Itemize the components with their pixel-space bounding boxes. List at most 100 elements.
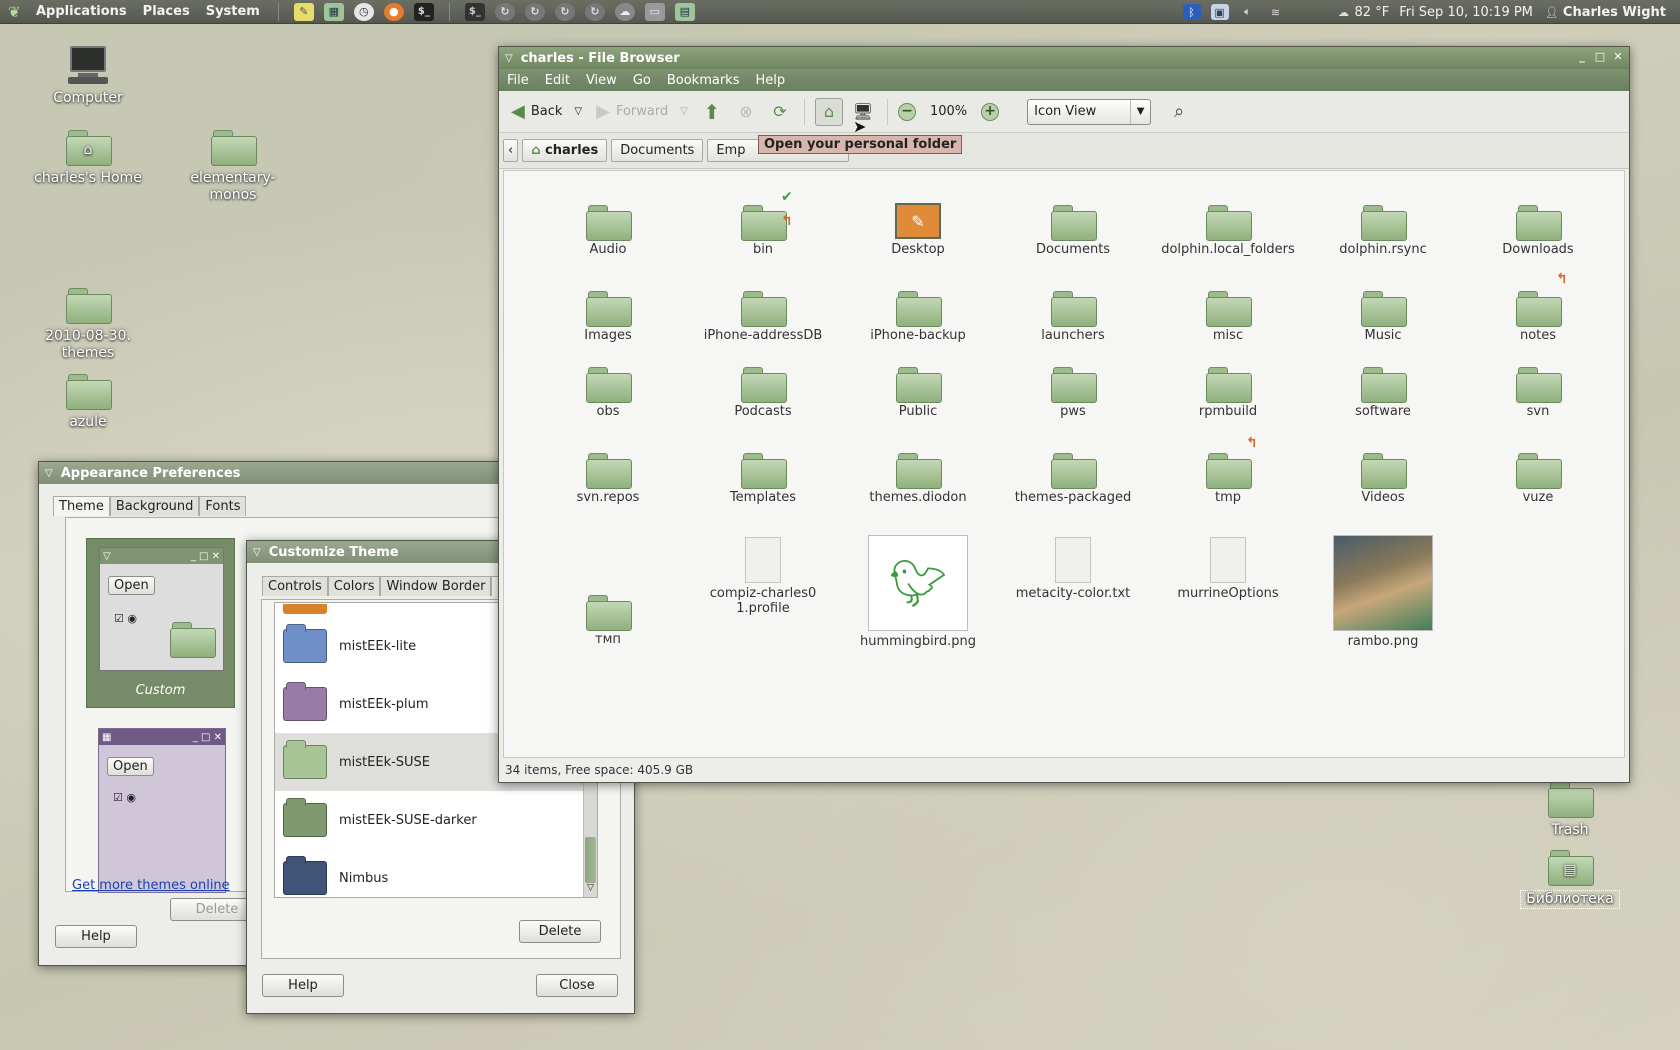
path-left-arrow-icon[interactable]: ‹ [503,139,519,162]
file-item[interactable]: Audio [533,191,683,257]
view-mode-select[interactable]: Icon View ▼ [1027,98,1152,125]
customize-help-button[interactable]: Help [262,974,344,997]
file-item[interactable]: ↰ tmp [1153,435,1303,505]
file-item[interactable]: Images [533,277,683,343]
back-button[interactable]: ◀ Back ▽ [507,98,586,125]
file-item[interactable]: Documents [998,191,1148,257]
forward-button[interactable]: ▶ Forward ▽ [592,98,692,125]
bluetooth-icon[interactable]: ᛒ [1182,4,1201,20]
file-item[interactable]: obs [533,353,683,419]
file-item[interactable]: ✔ ↰ bin [688,189,838,257]
tab-fonts[interactable]: Fonts [199,496,247,516]
scrollbar-thumb[interactable] [585,837,596,883]
file-icon-view[interactable]: Audio ✔ ↰ bin ✎ Desktop Documents dolphin.local… [503,170,1625,758]
home-folder-icon[interactable]: ⌂ [814,97,843,126]
maximize-icon[interactable]: □ [1593,50,1607,64]
path-crumb-documents[interactable]: Documents [611,139,704,162]
file-item[interactable]: ↰ notes [1463,271,1613,343]
file-item[interactable]: pws [998,353,1148,419]
search-icon[interactable]: ⌕ [1165,98,1193,126]
file-item[interactable]: themes.diodon [843,439,993,505]
file-item[interactable]: ✎ Desktop [843,191,993,257]
menu-help[interactable]: Help [747,73,793,88]
file-item[interactable]: svn [1463,353,1613,419]
file-item[interactable]: vuze [1463,439,1613,505]
terminal-window-icon[interactable]: $_ [464,2,485,21]
file-item[interactable]: iPhone-backup [843,277,993,343]
back-history-icon[interactable]: ▽ [574,106,582,117]
file-item[interactable]: Podcasts [688,353,838,419]
file-item[interactable]: rambo.png [1308,535,1458,649]
clock[interactable]: Fri Sep 10, 10:19 PM [1399,5,1533,20]
file-item[interactable]: metacity-color.txt [998,535,1148,601]
menu-go[interactable]: Go [625,73,659,88]
menu-bookmarks[interactable]: Bookmarks [659,73,748,88]
icon-theme-row[interactable]: mistEEk-SUSE-darker [275,791,597,849]
file-item[interactable]: svn.repos [533,439,683,505]
desktop-icon-library[interactable]: ▤ Библиотека [1515,848,1625,909]
clock-icon[interactable]: ◷ [353,2,374,21]
document-icon[interactable]: ▤ [674,2,695,21]
sync-icon[interactable]: ↻ [554,2,575,21]
desktop-icon-azule[interactable]: azule [33,372,143,431]
terminal-icon[interactable]: $_ [413,2,434,21]
applications-menu[interactable]: Applications [28,4,135,19]
sync-icon[interactable]: ↻ [494,2,515,21]
desktop-icon-themes[interactable]: 2010-08-30. themes [33,286,143,362]
tab-colors[interactable]: Colors [327,576,381,596]
menu-file[interactable]: File [499,73,537,88]
system-menu[interactable]: System [198,4,268,19]
theme-thumbnail-purple[interactable]: ▦ _ □ ✕ Open ☑ ◉ [98,728,226,893]
tab-background[interactable]: Background [109,496,200,516]
theme-thumbnail-custom[interactable]: ▽ _ □ ✕ Open ☑ ◉ Custom [86,538,235,708]
up-arrow-icon[interactable]: ⬆ [698,98,726,126]
path-crumb-home[interactable]: ⌂ charles [522,139,608,162]
menu-view[interactable]: View [578,73,625,88]
file-item[interactable]: software [1308,353,1458,419]
get-more-themes-link[interactable]: Get more themes online [72,878,230,893]
places-menu[interactable]: Places [135,4,198,19]
minimize-icon[interactable]: _ [1575,50,1589,64]
tab-window-border[interactable]: Window Border [380,576,492,596]
reload-icon[interactable]: ⟳ [766,98,794,126]
distro-logo-icon[interactable]: ❦ [8,3,28,21]
icon-theme-row[interactable]: Nimbus [275,849,597,897]
file-item[interactable]: murrineOptions [1153,535,1303,601]
file-item[interactable]: Templates [688,439,838,505]
user-menu[interactable]: Charles Wight [1563,5,1666,20]
volume-icon[interactable]: 🔈︎ [1239,4,1257,20]
network-icon[interactable]: ▣ [1210,4,1229,20]
window-menu-icon[interactable]: ▽ [505,53,513,64]
zoom-out-icon[interactable]: − [897,102,916,121]
file-item[interactable]: themes-packaged [998,439,1148,505]
weather-temp[interactable]: 82 °F [1355,5,1390,20]
desktop-icon[interactable]: ▭ [644,2,665,21]
stop-icon[interactable]: ⊗ [732,98,760,126]
desktop-icon-trash[interactable]: Trash [1515,780,1625,839]
file-item[interactable]: тмп [533,581,683,647]
firefox-icon[interactable]: ● [383,2,404,21]
forward-history-icon[interactable]: ▽ [680,106,688,117]
spreadsheet-icon[interactable]: ▦ [323,2,344,21]
appearance-help-button[interactable]: Help [55,925,137,948]
desktop-icon-computer[interactable]: Computer [33,46,143,107]
tab-theme[interactable]: Theme [53,496,110,516]
zoom-in-icon[interactable]: + [981,102,1000,121]
close-icon[interactable]: ✕ [1611,50,1625,64]
close-button[interactable]: Close [536,974,618,997]
wifi-icon[interactable]: ≋ [1267,4,1285,20]
appearance-titlebar[interactable]: ▽ Appearance Preferences [39,462,507,484]
scroll-down-icon[interactable]: ▽ [584,883,597,897]
menu-edit[interactable]: Edit [537,73,578,88]
file-item[interactable]: rpmbuild [1153,353,1303,419]
file-item[interactable]: 🐦︎ hummingbird.png [843,535,993,649]
file-browser-titlebar[interactable]: ▽ charles - File Browser _ □ ✕ [499,47,1629,69]
tab-controls[interactable]: Controls [262,576,328,596]
desktop-icon-home[interactable]: ⌂ charles's Home [33,128,143,187]
notes-icon[interactable]: ✎ [293,2,314,21]
file-item[interactable]: iPhone-addressDB [688,277,838,343]
sync-icon[interactable]: ↻ [584,2,605,21]
sync-icon[interactable]: ↻ [524,2,545,21]
file-item[interactable]: Downloads [1463,191,1613,257]
file-item[interactable]: dolphin.local_folders [1153,191,1303,257]
